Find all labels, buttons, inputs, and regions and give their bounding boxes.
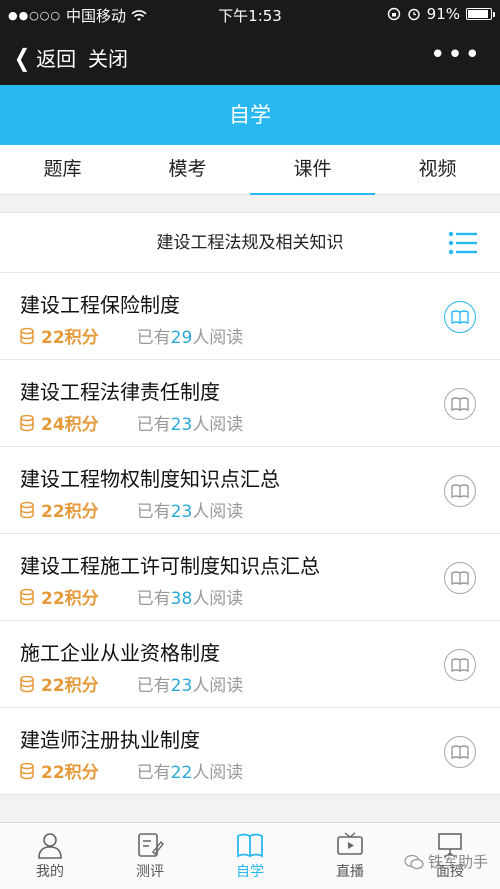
tab-courseware[interactable]: 课件 — [250, 145, 375, 195]
read-count: 23 — [170, 502, 193, 522]
open-book-icon — [451, 484, 469, 498]
person-icon — [38, 833, 62, 859]
bottom-nav-assessment[interactable]: 测评 — [100, 823, 200, 889]
alarm-icon — [407, 8, 420, 21]
status-bar: ●●○○○ 中国移动 下午1:53 91% — [0, 0, 500, 28]
list-item[interactable]: 建造师注册执业制度 22积分 已有22人阅读 — [0, 708, 500, 795]
open-book-icon — [451, 397, 469, 411]
list-item[interactable]: 建设工程物权制度知识点汇总 22积分 已有23人阅读 — [0, 447, 500, 534]
read-count: 22 — [170, 763, 193, 783]
wechat-icon — [404, 854, 424, 869]
back-button[interactable]: ❮ 返回 — [12, 43, 76, 72]
tv-icon — [337, 832, 363, 855]
coins-icon — [20, 414, 34, 431]
bottom-nav-live[interactable]: 直播 — [300, 823, 400, 889]
battery-percent: 91% — [426, 5, 460, 23]
list-menu-icon[interactable] — [448, 230, 478, 256]
coins-icon — [20, 588, 34, 605]
section-title: 建设工程法规及相关知识 — [156, 233, 344, 253]
coins-icon — [20, 327, 34, 344]
coins-icon — [20, 501, 34, 518]
open-book-icon — [451, 571, 469, 585]
list-item[interactable]: 建设工程保险制度 22积分 已有29人阅读 — [0, 273, 500, 360]
read-button[interactable] — [444, 301, 476, 333]
points-badge: 22积分 — [41, 502, 99, 522]
coins-icon — [20, 762, 34, 779]
more-menu-button[interactable]: ••• — [430, 40, 482, 70]
watermark: 铁军助手 — [404, 851, 488, 872]
bottom-nav-mine[interactable]: 我的 — [0, 823, 100, 889]
tab-question-bank[interactable]: 题库 — [0, 145, 125, 194]
read-count: 29 — [170, 328, 193, 348]
points-badge: 22积分 — [41, 763, 99, 783]
battery-icon — [466, 8, 495, 20]
read-count: 38 — [170, 589, 193, 609]
read-button[interactable] — [444, 388, 476, 420]
coins-icon — [20, 675, 34, 692]
points-badge: 22积分 — [41, 328, 99, 348]
open-book-icon — [451, 745, 469, 759]
item-title: 建设工程法律责任制度 — [20, 380, 220, 404]
back-label: 返回 — [36, 47, 77, 71]
item-title: 建造师注册执业制度 — [20, 728, 200, 752]
read-count: 23 — [170, 676, 193, 696]
tab-video[interactable]: 视频 — [375, 145, 500, 194]
list-item[interactable]: 施工企业从业资格制度 22积分 已有23人阅读 — [0, 621, 500, 708]
close-button[interactable]: 关闭 — [88, 43, 128, 72]
points-badge: 22积分 — [41, 589, 99, 609]
nav-bar: ❮ 返回 关闭 ••• — [0, 28, 500, 85]
read-button[interactable] — [444, 562, 476, 594]
edit-icon — [138, 833, 164, 857]
list-item[interactable]: 建设工程施工许可制度知识点汇总 22积分 已有38人阅读 — [0, 534, 500, 621]
book-icon — [237, 833, 263, 858]
list-item[interactable]: 建设工程法律责任制度 24积分 已有23人阅读 — [0, 360, 500, 447]
rotation-lock-icon — [387, 7, 400, 21]
open-book-icon — [451, 310, 469, 324]
item-title: 施工企业从业资格制度 — [20, 641, 220, 665]
points-badge: 24积分 — [41, 415, 99, 435]
item-title: 建设工程保险制度 — [20, 293, 180, 317]
bottom-nav-self-study[interactable]: 自学 — [200, 823, 300, 889]
section-header: 建设工程法规及相关知识 — [0, 213, 500, 273]
page-title: 自学 — [0, 85, 500, 145]
tab-bar: 题库 模考 课件 视频 — [0, 145, 500, 195]
points-badge: 22积分 — [41, 676, 99, 696]
read-button[interactable] — [444, 736, 476, 768]
tab-mock-exam[interactable]: 模考 — [125, 145, 250, 194]
courseware-list: 建设工程法规及相关知识 建设工程保险制度 22积分 已有29人阅读 建设工程法律… — [0, 212, 500, 795]
read-button[interactable] — [444, 649, 476, 681]
read-button[interactable] — [444, 475, 476, 507]
item-title: 建设工程物权制度知识点汇总 — [20, 467, 280, 491]
open-book-icon — [451, 658, 469, 672]
chevron-left-icon: ❮ — [14, 43, 31, 72]
item-title: 建设工程施工许可制度知识点汇总 — [20, 554, 320, 578]
read-count: 23 — [170, 415, 193, 435]
